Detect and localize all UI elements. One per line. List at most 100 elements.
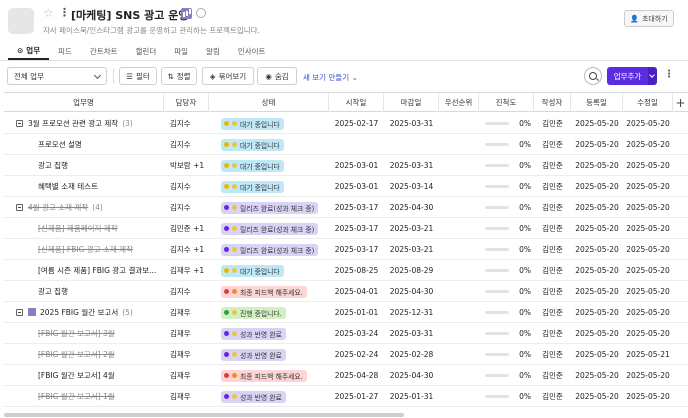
project-menu-icon[interactable]: ⋮ — [59, 6, 70, 19]
search-button[interactable] — [584, 67, 602, 85]
status-cell[interactable]: 성과 반영 완료 — [221, 344, 329, 365]
priority-cell[interactable] — [439, 323, 479, 344]
column-header[interactable]: 담당자 — [164, 93, 209, 112]
end-date-cell[interactable]: 2025-03-31 — [384, 323, 439, 344]
task-name-cell[interactable]: 혜택별 소재 테스트 — [16, 176, 164, 197]
start-date-cell[interactable]: 2025-03-01 — [329, 176, 384, 197]
start-date-cell[interactable]: 2025-03-17 — [329, 197, 384, 218]
status-badge[interactable]: 대기 중입니다 — [221, 138, 284, 151]
status-badge[interactable]: 성과 반영 완료 — [221, 390, 286, 403]
task-name-cell[interactable]: 프로모션 설명 — [16, 134, 164, 155]
status-badge[interactable]: 릴리즈 완료(성과 체크 중) — [221, 243, 319, 256]
collapse-toggle-icon[interactable] — [16, 204, 23, 211]
status-badge[interactable]: 대기 중입니다 — [221, 117, 284, 130]
sort-button[interactable]: ⇅ 정렬 — [161, 67, 197, 85]
status-cell[interactable]: 대기 중입니다 — [221, 176, 329, 197]
column-header[interactable]: 등록일 — [571, 93, 623, 112]
start-date-cell[interactable]: 2025-03-17 — [329, 218, 384, 239]
assignee-cell[interactable]: 박보람 +1 — [170, 155, 209, 176]
assignee-cell[interactable]: 김지수 +1 — [170, 239, 209, 260]
tab-2[interactable]: 간트차트 — [81, 42, 127, 60]
status-cell[interactable]: 최종 피드백 해주세요. — [221, 281, 329, 302]
table-row[interactable]: [FBIG 월간 보고서] 4월 김재우 최종 피드백 해주세요. 2025-04-2… — [4, 365, 688, 386]
column-header[interactable]: 진척도 — [479, 93, 534, 112]
table-row[interactable]: 2025 FBIG 월간 보고서 (5) 김재우 진행 중입니다. 2025-01-01… — [4, 302, 688, 323]
priority-cell[interactable] — [439, 365, 479, 386]
globe-icon[interactable] — [196, 8, 206, 18]
status-badge[interactable]: 최종 피드백 해주세요. — [221, 369, 307, 382]
status-badge[interactable]: 대기 중입니다 — [221, 264, 284, 277]
column-header[interactable]: 시작일 — [329, 93, 384, 112]
column-header[interactable]: 상태 — [209, 93, 329, 112]
assignee-cell[interactable]: 김지수 — [170, 113, 209, 134]
assignee-cell[interactable]: 김재우 — [170, 302, 209, 323]
save-view-link[interactable]: 새 보기 만들기 ⌄ — [303, 72, 358, 83]
start-date-cell[interactable]: 2025-08-25 — [329, 260, 384, 281]
task-name-cell[interactable]: [FBIG 월간 보고서] 4월 — [16, 365, 164, 386]
project-thumbnail[interactable] — [8, 8, 34, 34]
start-date-cell[interactable]: 2025-03-01 — [329, 155, 384, 176]
table-row[interactable]: [신제품] FBIG 광고 소재 제작 김지수 +1 릴리즈 완료(성과 체크 중)… — [4, 239, 688, 260]
start-date-cell[interactable]: 2025-03-24 — [329, 323, 384, 344]
assignee-cell[interactable]: 김재우 — [170, 344, 209, 365]
end-date-cell[interactable]: 2025-03-14 — [384, 176, 439, 197]
end-date-cell[interactable]: 2025-03-31 — [384, 113, 439, 134]
task-name-cell[interactable]: 광고 집행 — [16, 281, 164, 302]
collapse-toggle-icon[interactable] — [16, 309, 23, 316]
end-date-cell[interactable]: 2025-04-30 — [384, 365, 439, 386]
horizontal-scrollbar[interactable] — [0, 412, 684, 418]
invite-button[interactable]: 👤 초대하기 — [624, 10, 674, 27]
priority-cell[interactable] — [439, 176, 479, 197]
priority-cell[interactable] — [439, 134, 479, 155]
status-cell[interactable]: 릴리즈 완료(성과 체크 중) — [221, 197, 329, 218]
assignee-cell[interactable]: 김지수 — [170, 281, 209, 302]
table-row[interactable]: 혜택별 소재 테스트 김지수 대기 중입니다 2025-03-01 2025-03-14… — [4, 176, 688, 197]
table-row[interactable]: 광고 집행 박보람 +1 대기 중입니다 2025-03-01 2025-03-31 0%… — [4, 155, 688, 176]
end-date-cell[interactable]: 2025-03-31 — [384, 155, 439, 176]
status-cell[interactable]: 릴리즈 완료(성과 체크 중) — [221, 218, 329, 239]
end-date-cell[interactable]: 2025-03-21 — [384, 239, 439, 260]
start-date-cell[interactable]: 2025-02-17 — [329, 113, 384, 134]
tab-1[interactable]: 피드 — [49, 42, 81, 60]
start-date-cell[interactable]: 2025-01-01 — [329, 302, 384, 323]
priority-cell[interactable] — [439, 239, 479, 260]
column-header[interactable]: 수정일 — [623, 93, 673, 112]
task-name-cell[interactable]: [신제품] FBIG 광고 소재 제작 — [16, 239, 164, 260]
collapse-toggle-icon[interactable] — [16, 120, 23, 127]
status-cell[interactable]: 성과 반영 완료 — [221, 386, 329, 407]
end-date-cell[interactable]: 2025-12-31 — [384, 302, 439, 323]
status-cell[interactable]: 대기 중입니다 — [221, 134, 329, 155]
task-name-cell[interactable]: 2025 FBIG 월간 보고서 (5) — [16, 302, 164, 323]
priority-cell[interactable] — [439, 197, 479, 218]
add-task-button[interactable]: 업무추가 — [607, 67, 648, 85]
column-header[interactable]: 마감일 — [384, 93, 439, 112]
start-date-cell[interactable]: 2025-04-01 — [329, 281, 384, 302]
start-date-cell[interactable]: 2025-01-27 — [329, 386, 384, 407]
scope-select[interactable]: 전체 업무 — [7, 67, 107, 85]
assignee-cell[interactable]: 김지수 — [170, 134, 209, 155]
priority-cell[interactable] — [439, 302, 479, 323]
filter-button[interactable]: ☰ 필터 — [119, 67, 157, 85]
end-date-cell[interactable]: 2025-04-30 — [384, 281, 439, 302]
status-cell[interactable]: 대기 중입니다 — [221, 155, 329, 176]
status-badge[interactable]: 최종 피드백 해주세요. — [221, 285, 307, 298]
tab-3[interactable]: 캘린더 — [127, 42, 166, 60]
end-date-cell[interactable]: 2025-04-30 — [384, 197, 439, 218]
end-date-cell[interactable]: 2025-01-31 — [384, 386, 439, 407]
status-badge[interactable]: 대기 중입니다 — [221, 159, 284, 172]
table-row[interactable]: 광고 집행 김지수 최종 피드백 해주세요. 2025-04-01 2025-04-30… — [4, 281, 688, 302]
task-name-cell[interactable]: [FBIG 월간 보고서] 2월 — [16, 344, 164, 365]
status-badge[interactable]: 릴리즈 완료(성과 체크 중) — [221, 201, 319, 214]
tab-6[interactable]: 인사이트 — [229, 42, 275, 60]
priority-cell[interactable] — [439, 281, 479, 302]
priority-cell[interactable] — [439, 155, 479, 176]
tab-0[interactable]: ⊙ 업무 — [8, 42, 50, 60]
start-date-cell[interactable]: 2025-02-24 — [329, 344, 384, 365]
task-name-cell[interactable]: [FBIG 월간 보고서] 1월 — [16, 386, 164, 407]
status-badge[interactable]: 대기 중입니다 — [221, 180, 284, 193]
favorite-star-icon[interactable]: ☆ — [43, 6, 54, 20]
end-date-cell[interactable]: 2025-03-21 — [384, 218, 439, 239]
table-row[interactable]: 4월 광고 소재 제작 (4) 김지수 릴리즈 완료(성과 체크 중) 2025-03-… — [4, 197, 688, 218]
assignee-cell[interactable]: 김지수 — [170, 197, 209, 218]
assignee-cell[interactable]: 김지수 — [170, 176, 209, 197]
